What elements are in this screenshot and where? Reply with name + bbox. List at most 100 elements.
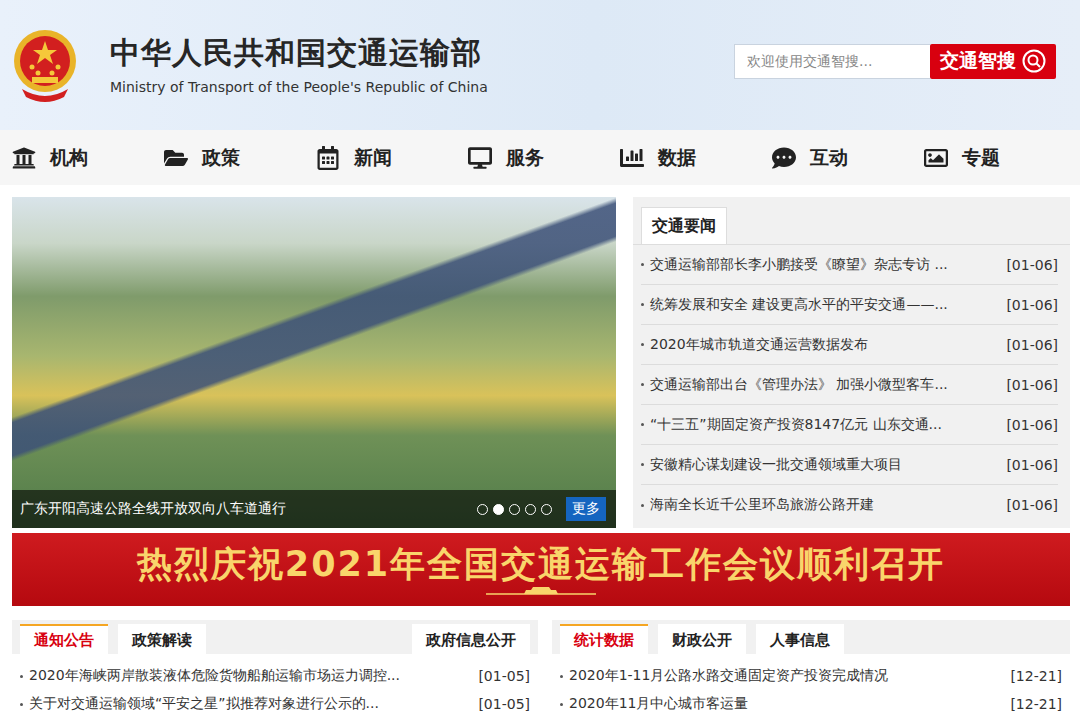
carousel-caption-bar: 广东开阳高速公路全线开放双向八车道通行 更多: [12, 490, 616, 528]
national-emblem-icon: [12, 27, 78, 103]
tiananmen-icon: [486, 585, 596, 597]
info-panel: 通知公告政策解读 政府信息公开 2020年海峡两岸散装液体危险货物船舶运输市场运力调…: [12, 620, 538, 718]
more-button[interactable]: 更多: [566, 497, 606, 521]
site-subtitle: Ministry of Transport of the People's Re…: [110, 79, 488, 96]
item-title[interactable]: 2020年1-11月公路水路交通固定资产投资完成情况: [569, 667, 1004, 685]
search-bar: 交通智搜: [734, 44, 1056, 79]
search-button[interactable]: 交通智搜: [930, 44, 1056, 79]
item-list: 2020年1-11月公路水路交通固定资产投资完成情况[12-21]2020年11…: [552, 654, 1070, 718]
search-icon: [1022, 49, 1046, 73]
bullet-icon: [20, 675, 23, 678]
item-date: [01-05]: [478, 668, 530, 684]
item-date: [01-06]: [1006, 297, 1058, 313]
list-item[interactable]: 关于对交通运输领域“平安之星”拟推荐对象进行公示的... [01-05]: [20, 690, 530, 718]
item-title[interactable]: 2020年城市轨道交通运营数据发布: [650, 336, 1000, 354]
nav-item[interactable]: 互动: [772, 145, 924, 171]
item-title[interactable]: 交通运输部部长李小鹏接受《瞭望》杂志专访 ...: [650, 256, 1000, 274]
bullet-icon: [641, 383, 644, 386]
banner-text: 热烈庆祝2021年全国交通运输工作会议顺利召开: [137, 543, 945, 585]
item-list: 2020年海峡两岸散装液体危险货物船舶运输市场运力调控...[01-05]关于对…: [12, 654, 538, 718]
news-row[interactable]: 交通运输部部长李小鹏接受《瞭望》杂志专访 ... [01-06]: [641, 245, 1058, 285]
nav-item[interactable]: 新闻: [316, 145, 468, 171]
item-date: [12-21]: [1010, 668, 1062, 684]
news-row[interactable]: 安徽精心谋划建设一批交通领域重大项目 [01-06]: [641, 445, 1058, 485]
tab-bar: 通知公告政策解读 政府信息公开: [12, 620, 538, 654]
item-date: [01-06]: [1006, 457, 1058, 473]
item-title[interactable]: 关于对交通运输领域“平安之星”拟推荐对象进行公示的...: [29, 695, 472, 713]
carousel-dot[interactable]: [509, 504, 520, 515]
carousel-dot[interactable]: [493, 504, 504, 515]
item-title[interactable]: 2020年11月中心城市客运量: [569, 695, 1004, 713]
news-header: 交通要闻: [633, 197, 1070, 245]
nav-label: 政策: [202, 145, 240, 171]
list-item[interactable]: 2020年海峡两岸散装液体危险货物船舶运输市场运力调控... [01-05]: [20, 662, 530, 690]
site-title: 中华人民共和国交通运输部: [110, 35, 488, 71]
nav-item[interactable]: 数据: [620, 145, 772, 171]
bullet-icon: [641, 263, 644, 266]
calendar-icon: [316, 146, 340, 170]
site-header: 中华人民共和国交通运输部 Ministry of Transport of the…: [0, 0, 1080, 130]
nav-label: 专题: [962, 145, 1000, 171]
bar-chart-icon: [620, 146, 644, 170]
nav-item[interactable]: 政策: [164, 145, 316, 171]
tab[interactable]: 财政公开: [658, 624, 746, 654]
item-title[interactable]: “十三五”期固定资产投资8147亿元 山东交通...: [650, 416, 1000, 434]
carousel[interactable]: 广东开阳高速公路全线开放双向八车道通行 更多: [12, 197, 616, 528]
bullet-icon: [641, 463, 644, 466]
news-row[interactable]: “十三五”期固定资产投资8147亿元 山东交通... [01-06]: [641, 405, 1058, 445]
institution-icon: [12, 146, 36, 170]
news-row[interactable]: 交通运输部出台《管理办法》 加强小微型客车...[01-06]: [641, 365, 1058, 405]
tab-link[interactable]: 政府信息公开: [412, 624, 530, 654]
item-date: [01-06]: [1006, 337, 1058, 353]
chat-icon: [772, 146, 796, 170]
tab[interactable]: 政策解读: [118, 624, 206, 654]
carousel-dot[interactable]: [477, 504, 488, 515]
nav-item[interactable]: 专题: [924, 145, 1076, 171]
bottom-panels: 通知公告政策解读 政府信息公开 2020年海峡两岸散装液体危险货物船舶运输市场运力调…: [0, 606, 1080, 718]
item-title[interactable]: 安徽精心谋划建设一批交通领域重大项目: [650, 456, 1000, 474]
news-tab[interactable]: 交通要闻: [641, 207, 727, 244]
folder-icon: [164, 146, 188, 170]
tab[interactable]: 统计数据: [560, 624, 648, 654]
item-date: [12-21]: [1010, 696, 1062, 712]
list-item[interactable]: 2020年11月中心城市客运量 [12-21]: [560, 690, 1062, 718]
nav-label: 服务: [506, 145, 544, 171]
item-date: [01-06]: [1006, 417, 1058, 433]
tab[interactable]: 通知公告: [20, 624, 108, 654]
carousel-dot[interactable]: [525, 504, 536, 515]
bullet-icon: [560, 703, 563, 706]
info-panel: 统计数据财政公开人事信息 2020年1-11月公路水路交通固定资产投资完成情况 [1…: [552, 620, 1070, 718]
tab-bar: 统计数据财政公开人事信息: [552, 620, 1070, 654]
news-list: 交通运输部部长李小鹏接受《瞭望》杂志专访 ...[01-06]统筹发展和安全 建…: [633, 245, 1070, 525]
item-title[interactable]: 统筹发展和安全 建设更高水平的平安交通——...: [650, 296, 1000, 314]
monitor-icon: [468, 146, 492, 170]
news-row[interactable]: 2020年城市轨道交通运营数据发布 [01-06]: [641, 325, 1058, 365]
item-title[interactable]: 海南全长近千公里环岛旅游公路开建: [650, 496, 1000, 514]
item-date: [01-06]: [1006, 257, 1058, 273]
nav-label: 数据: [658, 145, 696, 171]
carousel-controls: 更多: [477, 497, 606, 521]
list-item[interactable]: 2020年1-11月公路水路交通固定资产投资完成情况 [12-21]: [560, 662, 1062, 690]
carousel-dot[interactable]: [541, 504, 552, 515]
item-date: [01-05]: [478, 696, 530, 712]
tab[interactable]: 人事信息: [756, 624, 844, 654]
item-date: [01-06]: [1006, 497, 1058, 513]
news-row[interactable]: 统筹发展和安全 建设更高水平的平安交通——... [01-06]: [641, 285, 1058, 325]
nav-item[interactable]: 服务: [468, 145, 620, 171]
main-nav: 机构 政策 新闻 服务 数据 互动 专题: [0, 130, 1080, 185]
page: 中华人民共和国交通运输部 Ministry of Transport of the…: [0, 0, 1080, 727]
carousel-caption[interactable]: 广东开阳高速公路全线开放双向八车道通行: [20, 500, 286, 518]
main-area: 广东开阳高速公路全线开放双向八车道通行更多交通要闻交通运输部部长李小鹏接受《瞭望…: [0, 185, 1080, 528]
picture-icon: [924, 146, 948, 170]
banner[interactable]: 热烈庆祝2021年全国交通运输工作会议顺利召开: [12, 533, 1070, 606]
item-title[interactable]: 交通运输部出台《管理办法》 加强小微型客车...: [650, 376, 1000, 394]
bullet-icon: [641, 423, 644, 426]
bullet-icon: [20, 703, 23, 706]
search-input[interactable]: [734, 44, 930, 79]
news-row[interactable]: 海南全长近千公里环岛旅游公路开建 [01-06]: [641, 485, 1058, 525]
brand[interactable]: 中华人民共和国交通运输部 Ministry of Transport of the…: [12, 27, 734, 103]
bullet-icon: [641, 504, 644, 507]
nav-label: 互动: [810, 145, 848, 171]
nav-item[interactable]: 机构: [12, 145, 164, 171]
item-title[interactable]: 2020年海峡两岸散装液体危险货物船舶运输市场运力调控...: [29, 667, 472, 685]
